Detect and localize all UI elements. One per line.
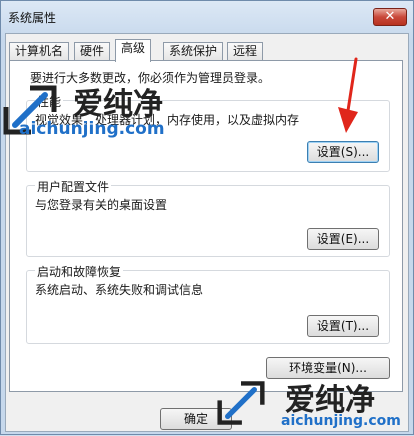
watermark-bottom: 爱纯净 aichunjing.com: [213, 373, 414, 436]
red-arrow-icon: [338, 57, 358, 133]
startup-recovery-title: 启动和故障恢复: [35, 263, 124, 280]
watermark-top: 爱纯净 aichunjing.com: [1, 81, 251, 141]
startup-recovery-settings-button[interactable]: 设置(T)...: [307, 315, 379, 337]
watermark-brand: 爱纯净: [73, 87, 163, 122]
close-button[interactable]: ✕: [373, 8, 407, 26]
tab-system-protection[interactable]: 系统保护: [163, 42, 224, 61]
watermark-url: aichunjing.com: [281, 413, 401, 429]
tab-computer-name[interactable]: 计算机名: [9, 42, 70, 61]
user-profiles-group: 用户配置文件 与您登录有关的桌面设置 设置(E)...: [26, 178, 390, 257]
user-profiles-description: 与您登录有关的桌面设置: [35, 198, 168, 212]
tab-remote[interactable]: 远程: [227, 42, 264, 61]
watermark-logo-icon: [217, 381, 265, 425]
close-icon: ✕: [384, 9, 396, 24]
performance-settings-button[interactable]: 设置(S)...: [307, 141, 379, 163]
startup-recovery-group: 启动和故障恢复 系统启动、系统失败和调试信息 设置(T)...: [26, 263, 390, 344]
window-title: 系统属性: [8, 11, 57, 25]
tab-advanced[interactable]: 高级: [115, 39, 152, 62]
system-properties-window: 系统属性 ✕ 计算机名 硬件 高级 系统保护 远程 要进行大多数更改，你必须作为…: [0, 0, 414, 435]
tab-hardware[interactable]: 硬件: [74, 42, 111, 61]
user-profiles-settings-button[interactable]: 设置(E)...: [307, 228, 379, 250]
startup-recovery-description: 系统启动、系统失败和调试信息: [35, 283, 204, 297]
user-profiles-title: 用户配置文件: [35, 178, 112, 195]
watermark-url: aichunjing.com: [19, 119, 165, 139]
title-bar[interactable]: 系统属性 ✕: [1, 1, 413, 33]
